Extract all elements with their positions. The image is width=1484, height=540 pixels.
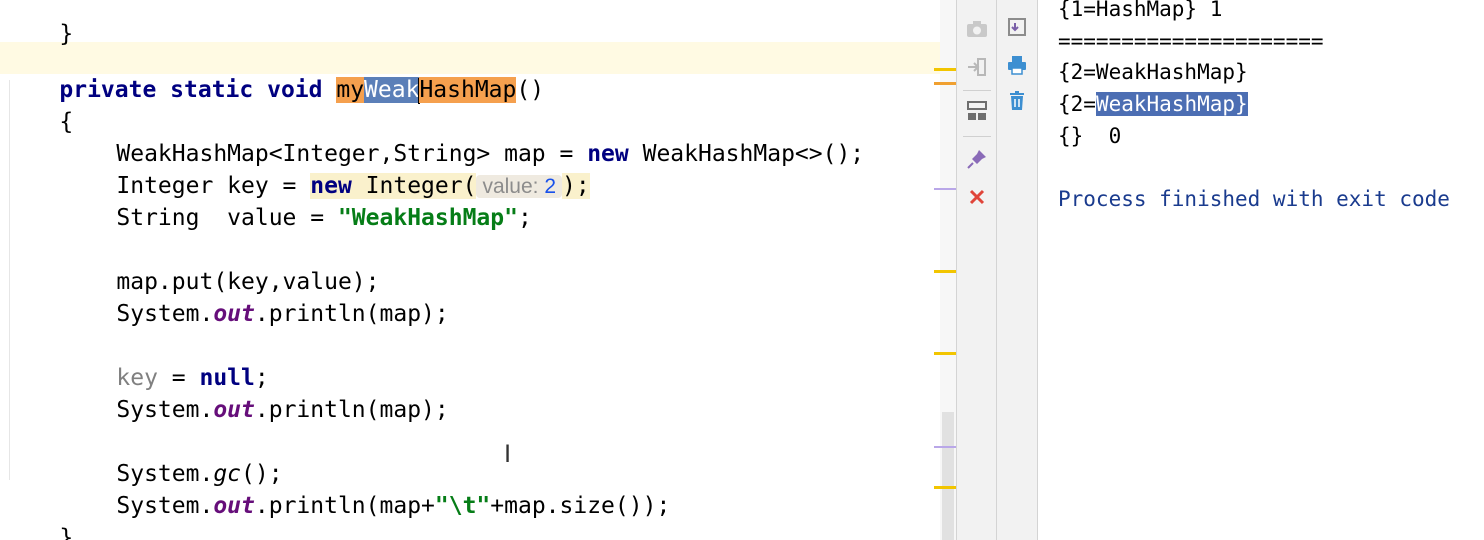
system-class: System.: [116, 493, 214, 519]
code-line-value-declaration[interactable]: String value = "WeakHashMap";: [4, 170, 531, 231]
toolbar-separator: [963, 90, 991, 91]
println-call: .println(map+: [254, 493, 435, 519]
code-editor[interactable]: } private static void myWeakHashMap() { …: [0, 0, 940, 540]
print-icon[interactable]: [1004, 52, 1030, 78]
console-line: {1=HashMap} 1: [1058, 0, 1223, 21]
warning-mark[interactable]: [934, 270, 956, 273]
out-field: out: [213, 301, 255, 327]
semicolon: ;: [517, 205, 532, 231]
string-literal: "WeakHashMap": [337, 205, 518, 231]
console-output[interactable]: {1=HashMap} 1 ===================== {2=W…: [1038, 0, 1484, 540]
out-field: out: [213, 397, 255, 423]
code-line-print-3[interactable]: System.out.println(map+"\t"+map.size());: [4, 458, 670, 519]
warning-mark[interactable]: [934, 68, 956, 71]
value-decl-prefix: String value =: [116, 205, 338, 231]
editor-scrollbar-thumb[interactable]: [942, 412, 954, 540]
code-line-open-brace[interactable]: {: [4, 74, 73, 135]
method-name-prefix: my: [336, 77, 365, 103]
keyword-new: new: [587, 141, 629, 167]
code-line-previous-brace[interactable]: }: [4, 0, 73, 47]
system-class: System.: [116, 397, 214, 423]
code-line-signature[interactable]: private static void myWeakHashMap(): [4, 42, 544, 104]
tab-literal: "\t": [434, 493, 491, 519]
map-init: WeakHashMap<>();: [628, 141, 865, 167]
close-brace: }: [59, 525, 74, 540]
run-toolbar-left: [956, 0, 997, 540]
trash-icon[interactable]: [1004, 88, 1030, 114]
size-call: +map.size());: [490, 493, 671, 519]
out-field: out: [213, 493, 255, 519]
hint-value: 2: [544, 175, 557, 198]
method-params: (): [516, 77, 545, 103]
system-class: System.: [116, 301, 214, 327]
selected-text: WeakHashMap}: [1095, 92, 1248, 116]
code-line-key-null[interactable]: key = null;: [4, 330, 268, 391]
code-line-close-brace[interactable]: }: [4, 490, 73, 540]
info-mark[interactable]: [934, 446, 956, 448]
console-line: =====================: [1058, 29, 1324, 53]
warning-mark[interactable]: [934, 486, 956, 489]
code-line-print-2[interactable]: System.out.println(map);: [4, 362, 448, 423]
key-decl-suffix: );: [562, 173, 590, 199]
console-line: {2=WeakHashMap}: [1058, 60, 1248, 84]
occurrence-mark[interactable]: [934, 82, 956, 85]
console-line: {2=WeakHashMap}: [1058, 88, 1248, 120]
console-text: {2=: [1058, 92, 1096, 116]
mouse-text-cursor: I: [504, 440, 512, 468]
warning-mark[interactable]: [934, 352, 956, 355]
info-mark[interactable]: [934, 188, 956, 190]
process-finished-message: Process finished with exit code: [1058, 187, 1450, 211]
soft-wrap-icon[interactable]: [1004, 14, 1030, 40]
layout-icon[interactable]: [964, 98, 990, 124]
method-name-suffix: HashMap: [419, 77, 517, 103]
code-line-print-1[interactable]: System.out.println(map);: [4, 266, 448, 327]
code-line-map-put[interactable]: map.put(key,value);: [4, 234, 379, 295]
code-line-gc[interactable]: System.gc();: [4, 426, 282, 487]
method-name-selection: Weak: [364, 77, 420, 103]
pin-icon[interactable]: [964, 146, 990, 172]
toolbar-separator: [963, 136, 991, 137]
close-icon[interactable]: [964, 184, 990, 210]
code-line-key-declaration[interactable]: Integer key = new Integer(value: 2);: [4, 138, 590, 199]
code-line-map-declaration[interactable]: WeakHashMap<Integer,String> map = new We…: [4, 106, 864, 167]
console-line: {} 0: [1058, 124, 1122, 148]
sign-in-icon[interactable]: [964, 54, 990, 80]
println-call: .println(map);: [254, 301, 449, 327]
camera-icon[interactable]: [964, 16, 990, 42]
println-call: .println(map);: [254, 397, 449, 423]
method-modifiers: private static void: [59, 77, 337, 103]
error-stripe[interactable]: [934, 0, 956, 540]
run-toolbar-right: [996, 0, 1038, 540]
